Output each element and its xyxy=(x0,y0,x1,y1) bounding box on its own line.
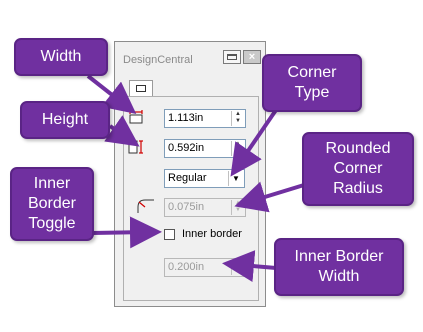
callout-height: Height xyxy=(20,101,110,139)
inner-border-width-arrow xyxy=(222,250,277,283)
height-arrow xyxy=(104,115,140,147)
callout-rounded-corner-radius: Rounded Corner Radius xyxy=(302,132,414,206)
corner-type-arrow xyxy=(230,108,278,177)
inner-border-toggle-arrow xyxy=(91,216,162,249)
rounded-corner-radius-arrow xyxy=(234,181,305,213)
callout-corner-type: Corner Type xyxy=(262,54,362,112)
callout-inner-border-width: Inner Border Width xyxy=(274,238,404,296)
callout-inner-border-toggle: Inner Border Toggle xyxy=(10,167,94,241)
callout-width: Width xyxy=(14,38,108,76)
